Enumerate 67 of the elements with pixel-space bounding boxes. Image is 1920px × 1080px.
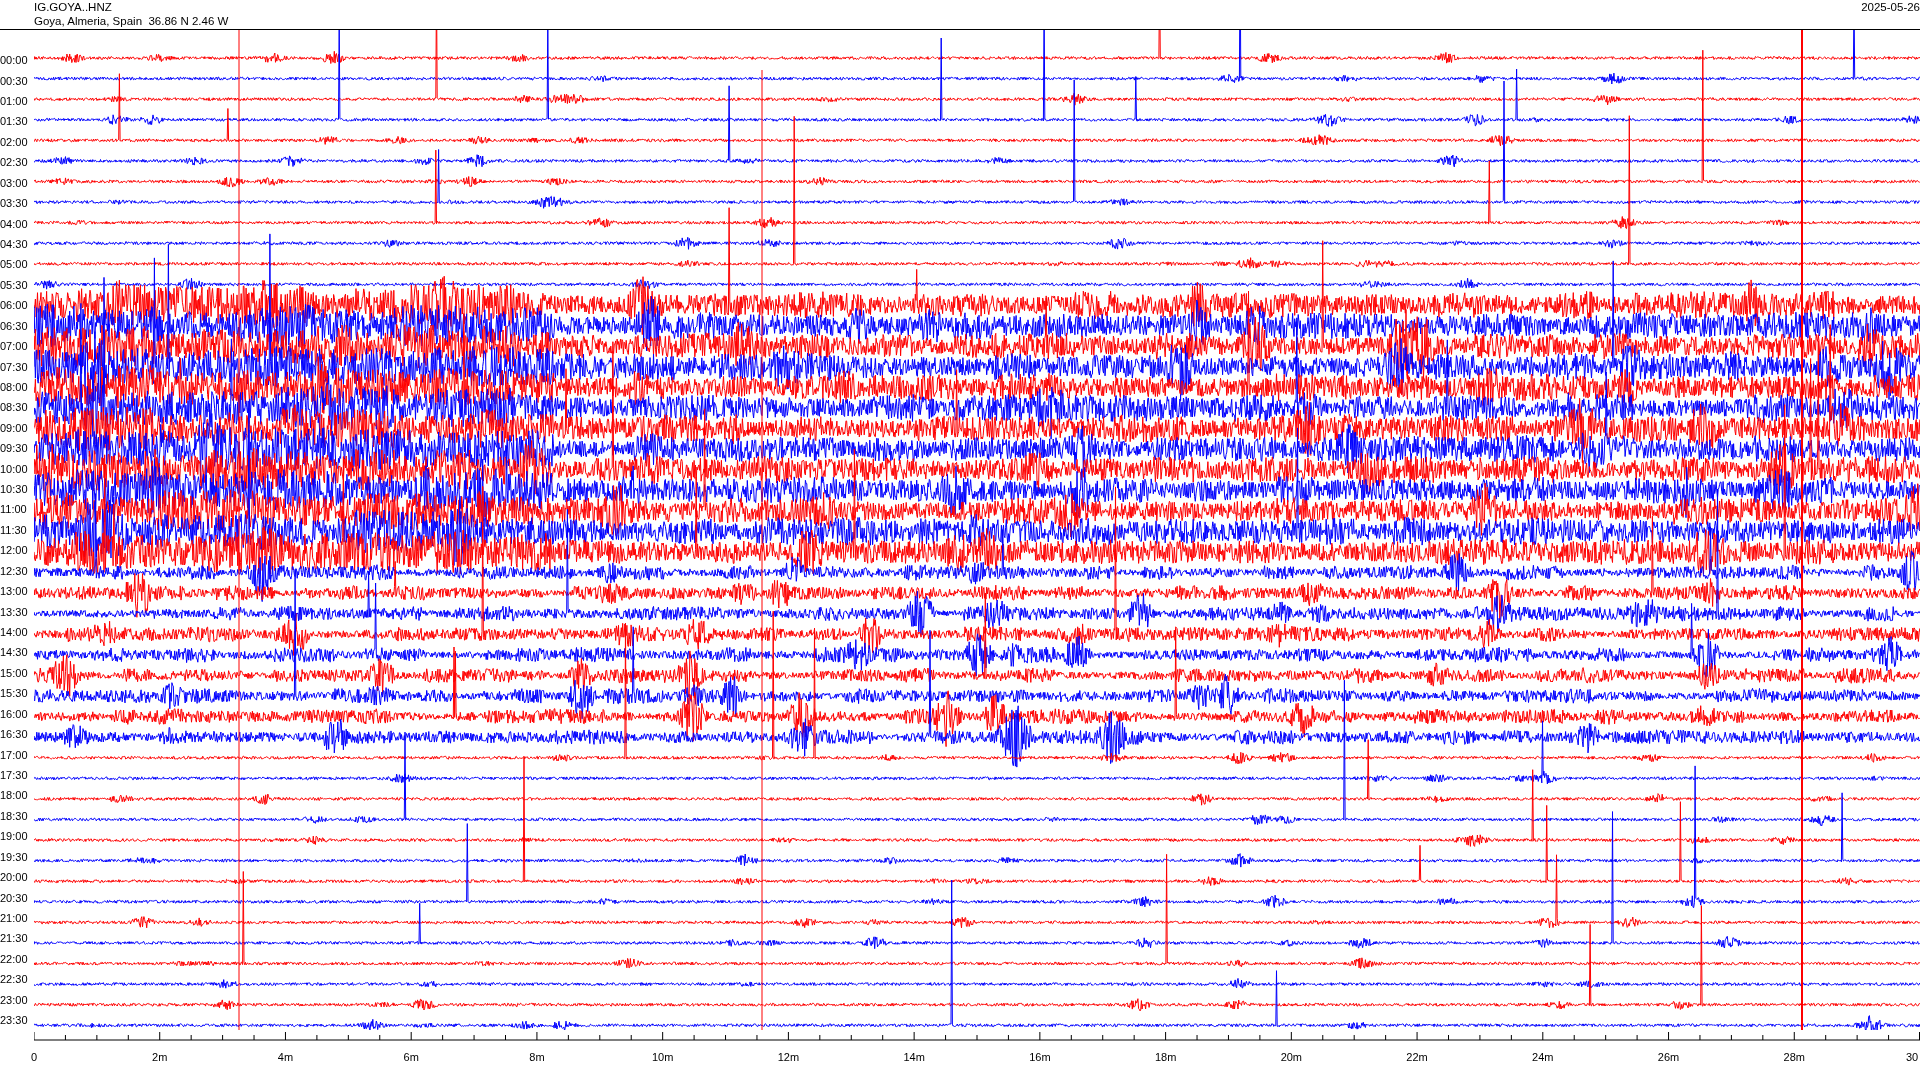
time-label: 20:30: [0, 890, 29, 906]
axis-label: 16m: [1029, 1051, 1051, 1063]
time-label: 12:00: [0, 543, 29, 559]
axis-label: 20m: [1280, 1051, 1303, 1063]
time-label: 18:00: [0, 788, 29, 804]
time-label: 08:00: [0, 379, 29, 395]
time-label: 15:30: [0, 686, 29, 702]
axis-label: 0: [30, 1051, 38, 1063]
time-label: 11:30: [0, 522, 28, 538]
time-label: 11:00: [0, 502, 28, 518]
time-label: 16:00: [0, 706, 29, 722]
time-label: 00:30: [0, 73, 29, 89]
time-label: 14:00: [0, 625, 29, 640]
time-label: 00:00: [0, 53, 29, 69]
time-label: 21:00: [0, 910, 29, 926]
axis-label: 22m: [1406, 1051, 1428, 1063]
time-label: 20:00: [0, 870, 29, 886]
time-label: 05:30: [0, 277, 29, 293]
time-label: 03:30: [0, 196, 29, 212]
date-label: 2025-05-26: [1861, 0, 1920, 15]
time-label: 13:00: [0, 584, 29, 600]
axis-label: 30: [1906, 1051, 1919, 1063]
time-label: 04:00: [0, 216, 29, 232]
time-label: 12:30: [0, 563, 29, 579]
time-label: 06:30: [0, 318, 29, 334]
time-label: 02:00: [0, 134, 29, 150]
time-label: 21:30: [0, 931, 29, 947]
station-location: Goya, Almeria, Spain 36.86 N 2.46 W: [34, 14, 229, 28]
time-label: 10:30: [0, 482, 29, 498]
time-label: 07:30: [0, 359, 29, 375]
station-code: IG.GOYA..HNZ: [34, 0, 113, 14]
time-label: 22:30: [0, 972, 29, 988]
axis-label: 10m: [651, 1051, 674, 1063]
time-label: 14:30: [0, 645, 29, 661]
axis-label: 24m: [1532, 1051, 1554, 1063]
time-label: 09:30: [0, 441, 29, 457]
axis-label: 14m: [903, 1051, 925, 1063]
time-label: 17:00: [0, 747, 29, 763]
axis-label: 6m: [403, 1051, 419, 1063]
axis-label: 4m: [277, 1051, 294, 1063]
time-label: 19:30: [0, 849, 29, 865]
time-label: 13:30: [0, 604, 29, 620]
time-label: 23:00: [0, 992, 29, 1008]
time-label: 03:00: [0, 175, 29, 191]
time-label: 18:30: [0, 808, 29, 824]
axis-label: 18m: [1154, 1051, 1177, 1063]
time-label: 23:30: [0, 1013, 29, 1029]
time-label: 15:00: [0, 665, 29, 681]
time-label: 05:00: [0, 257, 29, 273]
time-label: 17:30: [0, 767, 29, 783]
time-label: 16:30: [0, 727, 29, 743]
time-label: 08:30: [0, 400, 29, 416]
time-label: 01:00: [0, 94, 29, 110]
time-label: 19:00: [0, 829, 29, 845]
time-label: 09:00: [0, 420, 29, 436]
time-label: 22:00: [0, 951, 29, 967]
axis-label: 12m: [777, 1051, 800, 1063]
time-label: 07:00: [0, 339, 29, 355]
axis-label: 8m: [529, 1051, 545, 1063]
time-label: 06:00: [0, 298, 29, 314]
time-label: 02:30: [0, 155, 29, 171]
axis-label: 2m: [152, 1051, 168, 1063]
axis-label: 26m: [1657, 1051, 1680, 1063]
time-label: 10:00: [0, 461, 29, 477]
time-label: 01:30: [0, 114, 29, 130]
axis-label: 28m: [1783, 1051, 1805, 1063]
time-label: 04:30: [0, 237, 29, 252]
